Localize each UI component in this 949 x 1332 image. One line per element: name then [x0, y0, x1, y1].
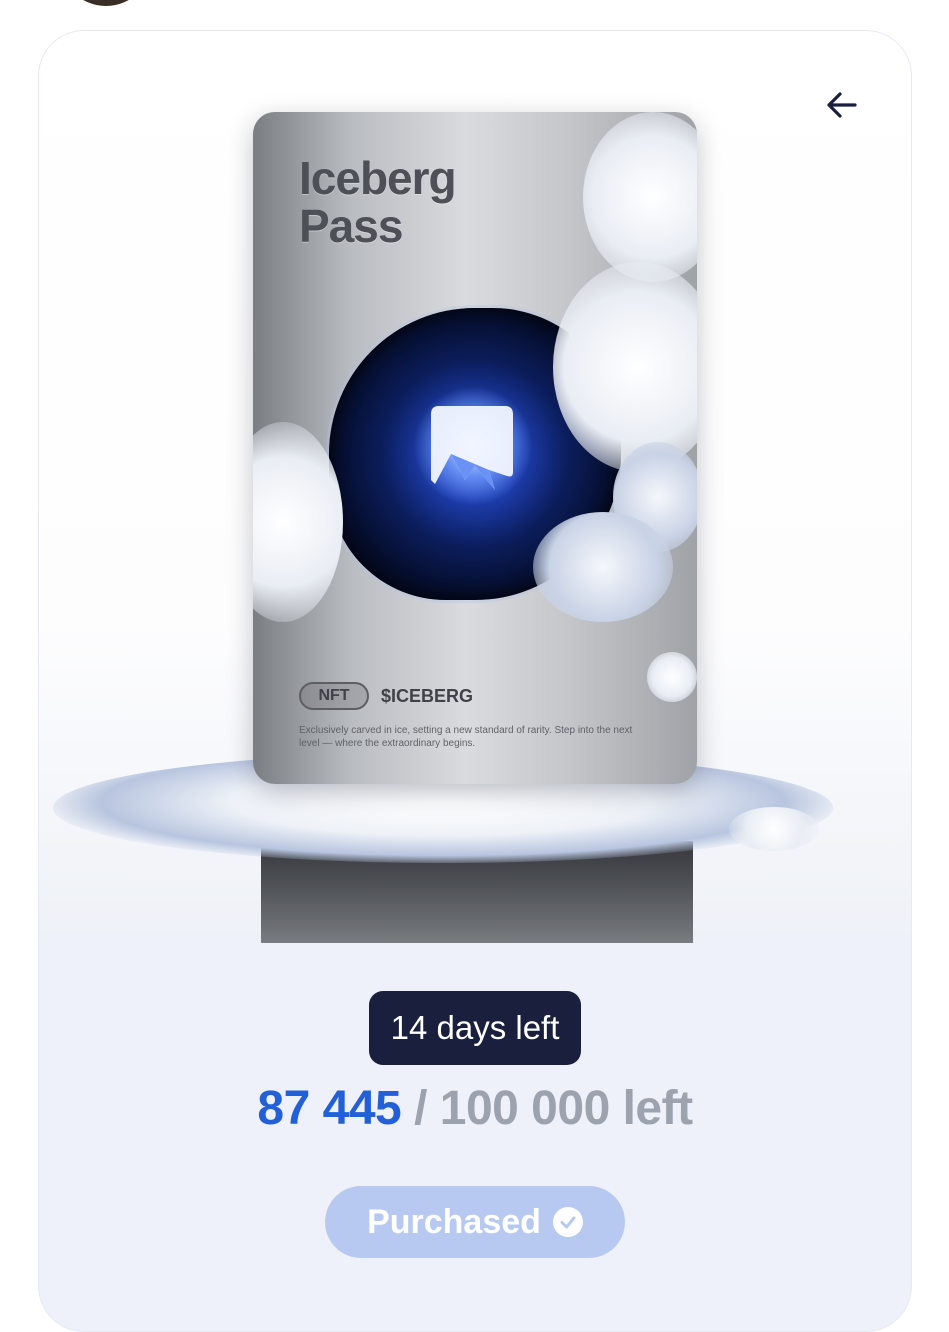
snow-clump [729, 807, 819, 851]
snow-clump [533, 512, 673, 622]
card-title-line2: Pass [299, 200, 403, 252]
card-title-line1: Iceberg [299, 152, 457, 204]
purchased-button[interactable]: Purchased [325, 1186, 625, 1258]
token-label: $ICEBERG [381, 686, 474, 706]
remaining-count: 87 445 [257, 1082, 402, 1135]
card-description: Exclusively carved in ice, setting a new… [299, 725, 633, 749]
avatar[interactable] [60, 0, 152, 6]
arrow-left-icon [827, 92, 857, 118]
check-circle-icon [552, 1207, 583, 1237]
back-button[interactable] [819, 83, 863, 127]
supply-counter: 87 445 / 100 000 left [39, 1081, 911, 1136]
days-left-badge: 14 days left [369, 991, 581, 1065]
iceberg-pass-card: Iceberg Pass NFT $ICEBERG Exclusively ca… [253, 112, 697, 784]
card-title: Iceberg Pass [299, 152, 457, 252]
nft-badge: NFT [299, 682, 369, 710]
iceberg-logo-icon [431, 406, 513, 490]
purchased-label: Purchased [367, 1202, 541, 1241]
supply-separator: / [414, 1082, 427, 1135]
total-supply: 100 000 left [439, 1082, 693, 1135]
snow-clump [583, 112, 697, 282]
nft-hero-image: Iceberg Pass NFT $ICEBERG Exclusively ca… [39, 31, 911, 943]
snow-clump [647, 652, 697, 702]
nft-pass-panel: Iceberg Pass NFT $ICEBERG Exclusively ca… [38, 30, 912, 1332]
